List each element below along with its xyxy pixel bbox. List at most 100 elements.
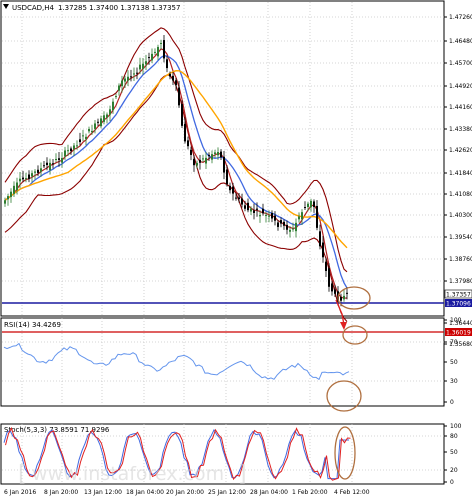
price-pane[interactable]	[0, 0, 445, 317]
candle-body	[115, 96, 117, 98]
candle-body	[223, 156, 225, 173]
candle-body	[145, 61, 147, 65]
price-axis-label: 1.38760	[449, 256, 472, 263]
time-axis-label: 4 Feb 12:00	[334, 489, 370, 496]
candle-body	[304, 207, 306, 209]
stoch-axis-label: 20	[450, 467, 458, 474]
candle-body	[88, 129, 90, 132]
candle-body	[202, 158, 204, 160]
svg-text:[: [	[18, 462, 27, 487]
time-axis-label: 1 Feb 20:00	[292, 489, 328, 496]
candle-body	[274, 215, 276, 221]
candle-body	[136, 72, 138, 74]
candle-body	[28, 174, 30, 179]
time-axis-label: 28 Jan 04:00	[250, 489, 288, 496]
candle-body	[229, 185, 231, 191]
candle-body	[205, 157, 207, 164]
candle-body	[343, 295, 345, 300]
rsi-axis-label: 0	[450, 399, 454, 406]
candle-body	[109, 109, 111, 115]
price-axis-label: 1.42620	[449, 147, 472, 154]
price-axis-label: 1.41080	[449, 191, 472, 198]
candle-body	[52, 163, 54, 165]
chart-window[interactable]: USDCAD,H4 1.37285 1.37400 1.37138 1.3735…	[0, 0, 472, 500]
candle-body	[244, 205, 246, 209]
current-price-tag: 1.37357	[446, 292, 471, 299]
time-axis-label: 25 Jan 12:00	[208, 489, 246, 496]
candle-body	[49, 162, 51, 171]
candle-body	[91, 130, 93, 133]
candle-body	[19, 178, 21, 182]
candle-body	[43, 165, 45, 167]
candle-body	[250, 208, 252, 212]
candle-body	[10, 191, 12, 197]
candle-body	[22, 177, 24, 180]
price-axis-label: 1.47260	[449, 14, 472, 21]
candle-body	[130, 76, 132, 78]
candle-body	[151, 53, 153, 61]
time-axis-label: 8 Jan 20:00	[44, 489, 78, 496]
candle-body	[232, 186, 234, 194]
candle-body	[322, 242, 324, 258]
candle-body	[103, 115, 105, 122]
candle-body	[277, 222, 279, 227]
candle-body	[127, 76, 129, 81]
candle-body	[190, 149, 192, 155]
candle-body	[268, 215, 270, 217]
svg-text:]: ]	[238, 462, 247, 487]
candle-body	[166, 59, 168, 69]
candle-body	[214, 152, 216, 155]
candle-body	[73, 145, 75, 150]
candle-body	[112, 101, 114, 111]
candle-body	[238, 197, 240, 200]
candle-body	[298, 216, 300, 220]
candle-body	[184, 123, 186, 142]
rsi-pane[interactable]	[0, 317, 445, 407]
time-axis-label: 18 Jan 04:00	[126, 489, 164, 496]
candle-body	[61, 157, 63, 163]
stoch-axis-label: 0	[450, 479, 454, 486]
candle-body	[271, 212, 273, 219]
candle-body	[163, 40, 165, 59]
symbol-info: USDCAD,H4	[12, 4, 55, 12]
watermark: [ www.instaforex.com ]	[18, 462, 247, 487]
candle-body	[121, 80, 123, 87]
candle-body	[67, 150, 69, 152]
time-axis: 6 Jan 2016 8 Jan 20:00 13 Jan 12:00 18 Jan …	[4, 489, 370, 496]
candle-body	[157, 46, 159, 57]
candle-body	[106, 114, 108, 118]
rsi-axis-label: 100	[450, 317, 462, 324]
candle-body	[16, 182, 18, 191]
candle-body	[13, 185, 15, 194]
price-axis-label: 1.45700	[449, 60, 472, 67]
candle-body	[220, 151, 222, 158]
stoch-axis-label: 100	[450, 423, 462, 430]
candle-body	[133, 73, 135, 75]
candle-body	[139, 64, 141, 70]
ohlc-values: 1.37285 1.37400 1.37138 1.37357	[58, 4, 180, 12]
red-level-tag: 1.36019	[446, 330, 471, 337]
rsi-axis-label: 50	[450, 359, 458, 366]
candle-body	[175, 80, 177, 86]
candle-body	[253, 210, 255, 213]
candle-body	[37, 169, 39, 173]
candle-body	[76, 145, 78, 147]
candle-body	[289, 229, 291, 232]
candle-body	[310, 200, 312, 208]
candle-body	[235, 197, 237, 199]
candle-body	[226, 169, 228, 185]
price-axis-label: 1.46480	[449, 38, 472, 45]
candle-body	[100, 118, 102, 127]
candle-body	[160, 42, 162, 44]
candle-body	[262, 208, 264, 214]
candle-body	[319, 231, 321, 247]
candle-body	[181, 104, 183, 126]
candle-body	[31, 173, 33, 177]
candle-body	[148, 57, 150, 59]
candle-body	[301, 212, 303, 220]
candle-body	[187, 140, 189, 147]
rsi-axis-label: 30	[450, 378, 458, 385]
candle-body	[55, 158, 57, 160]
candle-body	[316, 205, 318, 228]
candle-body	[241, 198, 243, 205]
